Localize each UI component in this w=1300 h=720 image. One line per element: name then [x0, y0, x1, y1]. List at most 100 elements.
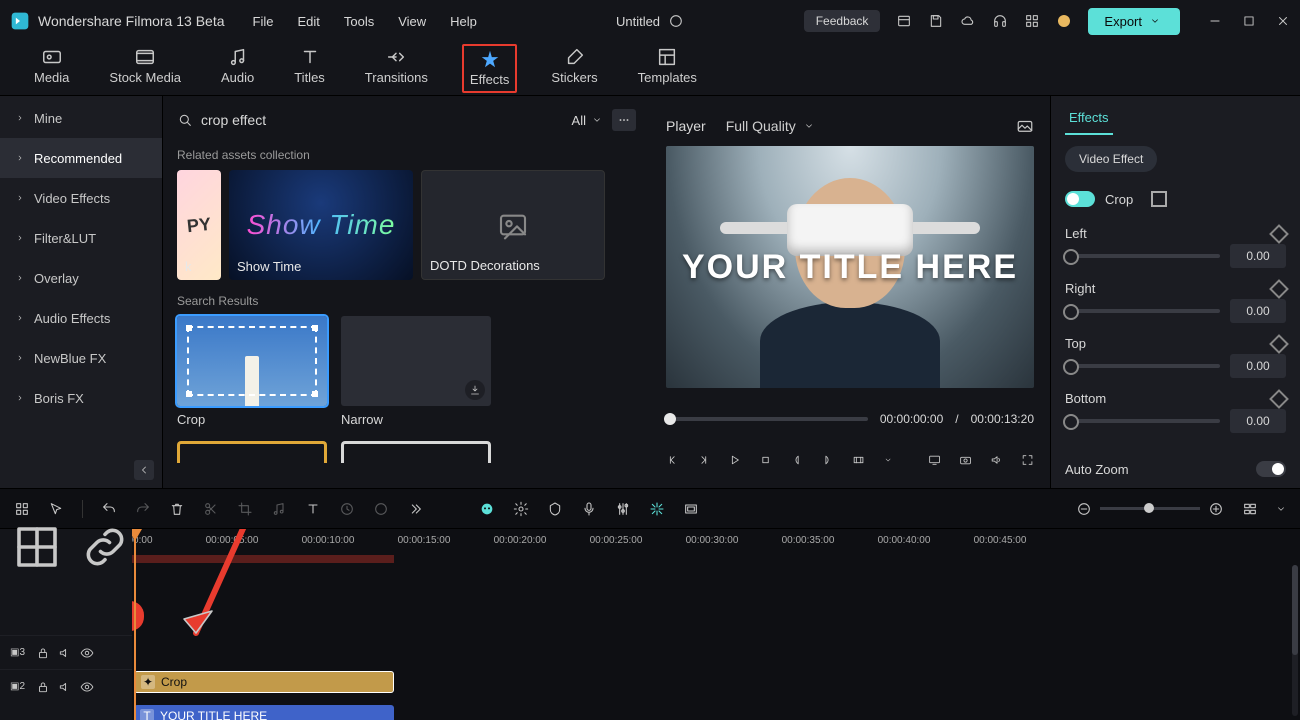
- auto-zoom-toggle[interactable]: [1256, 461, 1286, 477]
- track-options-icon[interactable]: [10, 520, 64, 574]
- headphones-icon[interactable]: [992, 13, 1008, 29]
- crop-tool-icon[interactable]: [237, 501, 253, 517]
- param-left-slider[interactable]: [1065, 254, 1220, 258]
- audio-beat-icon[interactable]: [271, 501, 287, 517]
- link-icon[interactable]: [78, 520, 132, 574]
- cat-stickers[interactable]: Stickers: [545, 44, 603, 89]
- cat-titles[interactable]: Titles: [288, 44, 331, 89]
- next-frame-icon[interactable]: [697, 452, 710, 468]
- selection-tool-icon[interactable]: [48, 501, 64, 517]
- visibility-icon[interactable]: [80, 646, 94, 660]
- param-right-slider[interactable]: [1065, 309, 1220, 313]
- download-icon[interactable]: [465, 380, 485, 400]
- expand-tools-icon[interactable]: [407, 501, 423, 517]
- related-card[interactable]: Show TimeShow Time: [229, 170, 413, 280]
- sidebar-item-video-effects[interactable]: Video Effects: [0, 178, 162, 218]
- search-box[interactable]: [177, 112, 562, 128]
- cloud-icon[interactable]: [960, 13, 976, 29]
- mixer-icon[interactable]: [615, 501, 631, 517]
- cat-transitions[interactable]: Transitions: [359, 44, 434, 89]
- ai-icon[interactable]: [479, 501, 495, 517]
- thumbnail-size-icon[interactable]: [1242, 501, 1258, 517]
- cat-stockmedia[interactable]: Stock Media: [103, 44, 187, 89]
- param-bottom-value[interactable]: 0.00: [1230, 409, 1286, 433]
- delete-icon[interactable]: [169, 501, 185, 517]
- render-icon[interactable]: [649, 501, 665, 517]
- prev-frame-icon[interactable]: [666, 452, 679, 468]
- filter-dropdown[interactable]: All: [572, 113, 602, 128]
- props-tab-effects[interactable]: Effects: [1065, 102, 1113, 135]
- track-header-title[interactable]: ▣2: [0, 669, 132, 703]
- volume-icon[interactable]: [990, 452, 1003, 468]
- cat-effects[interactable]: Effects: [462, 44, 518, 93]
- sidebar-item-newblue-fx[interactable]: NewBlue FX: [0, 338, 162, 378]
- settings-gear-icon[interactable]: [513, 501, 529, 517]
- snapshot-icon[interactable]: [1016, 117, 1034, 135]
- clip-effect[interactable]: ✦ Crop: [134, 671, 394, 693]
- mute-icon[interactable]: [58, 646, 72, 660]
- crop-preset-icon[interactable]: [1151, 191, 1167, 207]
- layout-icon[interactable]: [896, 13, 912, 29]
- redo-icon[interactable]: [135, 501, 151, 517]
- effect-enable-toggle[interactable]: [1065, 191, 1095, 207]
- account-avatar-icon[interactable]: [1056, 13, 1072, 29]
- save-icon[interactable]: [928, 13, 944, 29]
- seek-slider[interactable]: [666, 417, 868, 421]
- related-card[interactable]: DOTD Decorations: [421, 170, 605, 280]
- chevron-down-icon[interactable]: [884, 455, 892, 465]
- quality-dropdown[interactable]: Full Quality: [726, 118, 814, 134]
- stop-icon[interactable]: [759, 452, 772, 468]
- safe-zone-icon[interactable]: [683, 501, 699, 517]
- undo-icon[interactable]: [101, 501, 117, 517]
- param-left-value[interactable]: 0.00: [1230, 244, 1286, 268]
- param-right-value[interactable]: 0.00: [1230, 299, 1286, 323]
- search-input[interactable]: [201, 112, 382, 128]
- result-thumb-partial[interactable]: [177, 441, 327, 463]
- sidebar-item-boris-fx[interactable]: Boris FX: [0, 378, 162, 418]
- timeline-ruler[interactable]: 00:00 00:00:05:00 00:00:10:00 00:00:15:0…: [132, 529, 1300, 565]
- result-thumb-narrow[interactable]: Narrow: [341, 316, 491, 427]
- result-thumb-crop[interactable]: Crop: [177, 316, 327, 427]
- cat-audio[interactable]: Audio: [215, 44, 260, 89]
- menu-help[interactable]: Help: [450, 14, 477, 29]
- camera-icon[interactable]: [959, 452, 972, 468]
- param-bottom-slider[interactable]: [1065, 419, 1220, 423]
- sidebar-item-audio-effects[interactable]: Audio Effects: [0, 298, 162, 338]
- timeline-tracks[interactable]: 00:00 00:00:05:00 00:00:10:00 00:00:15:0…: [132, 529, 1300, 720]
- play-icon[interactable]: [728, 452, 741, 468]
- close-icon[interactable]: [1276, 14, 1290, 28]
- chevron-down-icon[interactable]: [1276, 504, 1286, 514]
- menu-view[interactable]: View: [398, 14, 426, 29]
- sidebar-item-recommended[interactable]: Recommended: [0, 138, 162, 178]
- color-icon[interactable]: [373, 501, 389, 517]
- menu-edit[interactable]: Edit: [297, 14, 319, 29]
- mic-icon[interactable]: [581, 501, 597, 517]
- sidebar-collapse-button[interactable]: [134, 460, 154, 480]
- menu-tools[interactable]: Tools: [344, 14, 374, 29]
- more-options-button[interactable]: [612, 109, 636, 131]
- sidebar-item-mine[interactable]: Mine: [0, 98, 162, 138]
- result-thumb-partial[interactable]: [341, 441, 491, 463]
- mute-icon[interactable]: [58, 680, 72, 694]
- monitor-icon[interactable]: [928, 452, 941, 468]
- preview-viewport[interactable]: YOUR TITLE HERE: [666, 146, 1034, 388]
- sidebar-item-overlay[interactable]: Overlay: [0, 258, 162, 298]
- text-tool-icon[interactable]: [305, 501, 321, 517]
- speed-icon[interactable]: [339, 501, 355, 517]
- param-top-value[interactable]: 0.00: [1230, 354, 1286, 378]
- props-pill-video-effect[interactable]: Video Effect: [1065, 146, 1157, 172]
- clip-title[interactable]: T YOUR TITLE HERE: [134, 705, 394, 720]
- timeline-scrollbar[interactable]: [1292, 565, 1298, 716]
- track-header-effect[interactable]: ▣3: [0, 635, 132, 669]
- fullscreen-icon[interactable]: [1021, 452, 1034, 468]
- zoom-in-icon[interactable]: [1208, 501, 1224, 517]
- mark-in-icon[interactable]: [790, 452, 803, 468]
- minimize-icon[interactable]: [1208, 14, 1222, 28]
- lock-icon[interactable]: [36, 680, 50, 694]
- feedback-button[interactable]: Feedback: [804, 10, 881, 32]
- document-title[interactable]: Untitled: [616, 14, 660, 29]
- apps-icon[interactable]: [1024, 13, 1040, 29]
- export-button[interactable]: Export: [1088, 8, 1180, 35]
- magnet-icon[interactable]: [14, 501, 30, 517]
- zoom-out-icon[interactable]: [1076, 501, 1092, 517]
